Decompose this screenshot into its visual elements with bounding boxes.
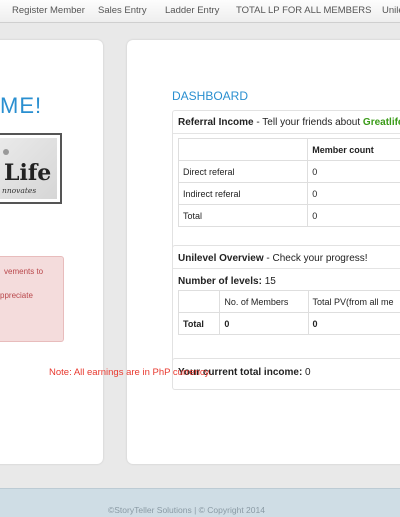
member-count-header: Member count bbox=[308, 139, 400, 161]
unilevel-table: No. of Members Total PV(from all me Tota… bbox=[178, 290, 400, 335]
nav-ladder-entry[interactable]: Ladder Entry bbox=[165, 5, 219, 16]
total-pv-value: 0 bbox=[308, 313, 400, 335]
nav-total-lp[interactable]: TOTAL LP FOR ALL MEMBERS bbox=[236, 5, 372, 16]
nav-register-member[interactable]: Register Member bbox=[12, 5, 85, 16]
table-row: Total 0 bbox=[179, 205, 400, 227]
copyright-text: ©StoryTeller Solutions | © Copyright 201… bbox=[108, 505, 265, 515]
total-members-value: 0 bbox=[220, 313, 308, 335]
row-label: Indirect referal bbox=[179, 183, 308, 205]
row-value: 0 bbox=[308, 161, 400, 183]
row-value: 0 bbox=[308, 205, 400, 227]
row-label: Total bbox=[179, 205, 308, 227]
sparkle-icon bbox=[3, 149, 9, 155]
dashboard-title: DASHBOARD bbox=[172, 89, 248, 103]
dashboard-panel: DASHBOARD Referral Income - Tell your fr… bbox=[127, 40, 400, 464]
top-navigation: Register Member Sales Entry Ladder Entry… bbox=[0, 0, 400, 23]
nav-unilevel[interactable]: Unile bbox=[382, 5, 400, 16]
members-header: No. of Members bbox=[220, 291, 308, 313]
logo-word: Life bbox=[4, 160, 51, 186]
unilevel-title: Unilevel Overview - Check your progress! bbox=[178, 253, 368, 264]
nav-sales-entry[interactable]: Sales Entry bbox=[98, 5, 147, 16]
referral-income-title: Referral Income - Tell your friends abou… bbox=[178, 117, 400, 128]
currency-note: Note: All earnings are in PhP currency. bbox=[49, 367, 211, 378]
table-header-row: No. of Members Total PV(from all me bbox=[179, 291, 400, 313]
alert-line-2: ppreciate bbox=[0, 291, 33, 300]
greatlife-link[interactable]: Greatlife bbox=[363, 117, 400, 128]
alert-line-1: vements to bbox=[4, 267, 43, 276]
row-label: Total bbox=[179, 313, 220, 335]
page-footer: ©StoryTeller Solutions | © Copyright 201… bbox=[0, 488, 400, 517]
company-logo: Life nnovates bbox=[0, 133, 62, 204]
logo-tagline: nnovates bbox=[2, 186, 36, 195]
table-row: Direct referal 0 bbox=[179, 161, 400, 183]
total-pv-header: Total PV(from all me bbox=[308, 291, 400, 313]
row-label: Direct referal bbox=[179, 161, 308, 183]
referral-table: Member count Direct referal 0 Indirect r… bbox=[178, 138, 400, 227]
row-value: 0 bbox=[308, 183, 400, 205]
table-row: Indirect referal 0 bbox=[179, 183, 400, 205]
welcome-heading: ME! bbox=[0, 93, 42, 119]
table-row: Total 0 0 bbox=[179, 313, 400, 335]
table-header-row: Member count bbox=[179, 139, 400, 161]
number-of-levels: Number of levels: 15 bbox=[178, 276, 276, 287]
announcement-alert: vements to ppreciate bbox=[0, 256, 64, 342]
